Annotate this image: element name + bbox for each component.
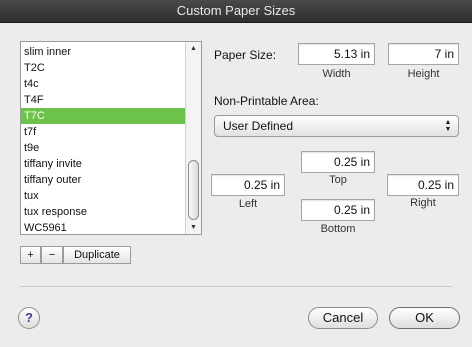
list-item[interactable]: T7C <box>21 108 185 124</box>
paper-size-label: Paper Size: <box>214 48 277 62</box>
window-title: Custom Paper Sizes <box>176 3 296 18</box>
list-item[interactable]: T4F <box>21 92 185 108</box>
bottom-caption: Bottom <box>320 223 356 235</box>
right-margin-field[interactable]: 0.25 in <box>387 174 459 196</box>
non-printable-area-label: Non-Printable Area: <box>214 94 319 108</box>
list-item[interactable]: tiffany invite <box>21 156 185 172</box>
list-item[interactable]: t7f <box>21 124 185 140</box>
non-printable-area-selected: User Defined <box>223 119 294 133</box>
paper-size-list[interactable]: slim inner T2C t4c T4F T7C t7f t9e tiffany invi… <box>20 41 202 235</box>
title-bar: Custom Paper Sizes <box>0 0 472 23</box>
height-caption: Height <box>407 68 440 80</box>
non-printable-area-popup[interactable]: User Defined ▲ ▼ <box>214 115 459 137</box>
help-button[interactable]: ? <box>18 307 40 329</box>
width-caption: Width <box>322 68 351 80</box>
remove-paper-size-button[interactable]: − <box>41 246 63 264</box>
scroll-up-arrow-icon[interactable]: ▲ <box>186 45 201 52</box>
list-item[interactable]: t9e <box>21 140 185 156</box>
bottom-margin-field[interactable]: 0.25 in <box>301 199 375 221</box>
paper-height-field[interactable]: 7 in <box>388 43 459 65</box>
duplicate-button[interactable]: Duplicate <box>63 246 131 264</box>
list-scrollbar[interactable]: ▲ ▼ <box>185 42 201 234</box>
footer-divider <box>20 286 452 287</box>
scroll-thumb[interactable] <box>188 160 199 220</box>
left-margin-field[interactable]: 0.25 in <box>211 174 285 196</box>
popup-arrows-icon: ▲ ▼ <box>444 119 452 133</box>
list-item[interactable]: t4c <box>21 76 185 92</box>
top-caption: Top <box>329 174 347 186</box>
cancel-button[interactable]: Cancel <box>308 307 378 329</box>
list-item[interactable]: T2C <box>21 60 185 76</box>
list-item[interactable]: WC5961 <box>21 220 185 234</box>
list-item[interactable]: tux response <box>21 204 185 220</box>
list-item[interactable]: tiffany outer <box>21 172 185 188</box>
list-item[interactable]: tux <box>21 188 185 204</box>
paper-width-field[interactable]: 5.13 in <box>298 43 375 65</box>
list-item[interactable]: slim inner <box>21 44 185 60</box>
left-caption: Left <box>238 198 258 210</box>
right-caption: Right <box>410 197 436 209</box>
scroll-down-arrow-icon[interactable]: ▼ <box>186 224 201 231</box>
ok-button[interactable]: OK <box>389 307 460 329</box>
paper-size-list-rows: slim inner T2C t4c T4F T7C t7f t9e tiffany invi… <box>21 44 185 234</box>
top-margin-field[interactable]: 0.25 in <box>301 151 375 173</box>
add-paper-size-button[interactable]: + <box>20 246 41 264</box>
